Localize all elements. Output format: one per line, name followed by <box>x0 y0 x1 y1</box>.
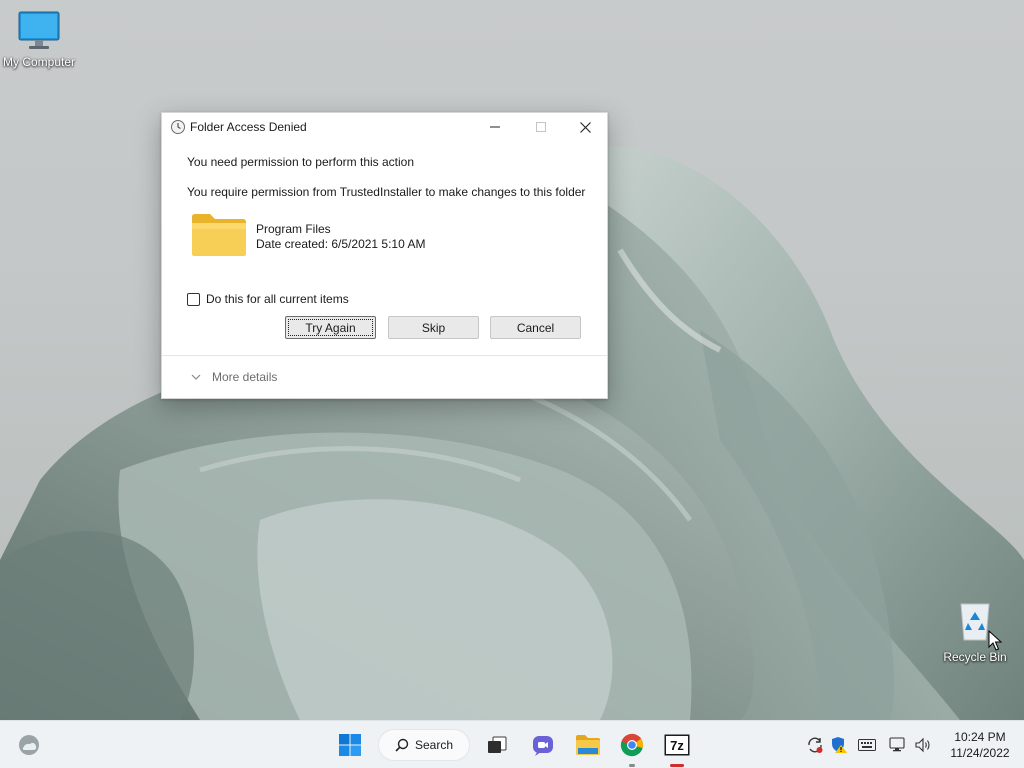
search-box[interactable]: Search <box>378 729 470 761</box>
item-date-created: Date created: 6/5/2021 5:10 AM <box>256 237 426 251</box>
folder-icon <box>192 214 246 256</box>
maximize-button[interactable] <box>518 113 564 141</box>
volume-icon <box>915 737 930 753</box>
try-again-button[interactable]: Try Again <box>285 316 376 339</box>
running-indicator <box>670 764 684 767</box>
mouse-cursor-icon <box>988 630 1002 651</box>
folder-access-denied-dialog: Folder Access Denied You need permission… <box>161 112 608 399</box>
taskbar: Search 7z 10:24 PM 11/24/2022 <box>0 720 1024 768</box>
more-details-label[interactable]: More details <box>212 370 277 384</box>
keyboard-icon <box>858 739 876 751</box>
tray-network[interactable] <box>887 721 909 768</box>
chrome-icon <box>620 733 643 757</box>
chrome-button[interactable] <box>616 721 648 768</box>
search-icon <box>395 738 409 752</box>
start-button[interactable] <box>334 721 366 768</box>
start-icon <box>339 734 361 756</box>
desktop-icon-label: My Computer <box>2 55 76 69</box>
file-explorer-icon <box>576 735 600 755</box>
cancel-button[interactable]: Cancel <box>490 316 581 339</box>
desktop-icon-my-computer[interactable]: My Computer <box>0 10 78 69</box>
chat-button[interactable] <box>528 721 558 768</box>
close-icon <box>579 121 591 133</box>
7zip-icon: 7z <box>664 734 690 756</box>
widgets-button[interactable] <box>12 721 46 768</box>
system-clock[interactable]: 10:24 PM 11/24/2022 <box>940 729 1020 761</box>
more-details-toggle[interactable]: More details <box>190 370 277 384</box>
skip-button[interactable]: Skip <box>388 316 479 339</box>
maximize-icon <box>536 122 546 132</box>
minimize-button[interactable] <box>472 113 518 141</box>
tray-security[interactable] <box>828 721 850 768</box>
svg-text:7z: 7z <box>670 738 684 753</box>
apply-all-checkbox[interactable] <box>187 292 200 306</box>
tray-sync[interactable] <box>804 721 826 768</box>
search-label: Search <box>414 738 454 752</box>
network-icon <box>889 737 905 752</box>
clock-date: 11/24/2022 <box>950 746 1010 760</box>
item-name: Program Files <box>256 222 331 236</box>
tray-volume[interactable] <box>912 721 934 768</box>
sync-icon <box>808 737 823 753</box>
apply-all-checkbox-row[interactable]: Do this for all current items <box>187 291 349 307</box>
tray-keyboard[interactable] <box>856 721 878 768</box>
running-indicator <box>629 764 635 767</box>
7zip-button[interactable]: 7z <box>660 721 694 768</box>
desktop-icon-label: Recycle Bin <box>943 650 1007 664</box>
chevron-down-icon <box>191 374 201 380</box>
monitor-icon <box>18 11 60 49</box>
close-button[interactable] <box>562 113 608 141</box>
task-view-icon <box>488 736 507 753</box>
task-view-button[interactable] <box>484 721 510 768</box>
apply-all-checkbox-label[interactable]: Do this for all current items <box>206 292 349 306</box>
dialog-title: Folder Access Denied <box>190 120 307 134</box>
divider <box>162 355 607 356</box>
weather-widget-icon <box>19 735 39 755</box>
chat-icon <box>533 736 553 756</box>
search-button[interactable]: Search <box>378 721 470 768</box>
dialog-message: You need permission to perform this acti… <box>187 155 415 169</box>
clock-icon <box>171 120 185 134</box>
file-explorer-button[interactable] <box>572 721 604 768</box>
minimize-icon <box>490 126 500 128</box>
clock-time: 10:24 PM <box>954 730 1006 744</box>
desktop-icon-recycle-bin[interactable]: Recycle Bin <box>936 600 1014 664</box>
dialog-detail: You require permission from TrustedInsta… <box>187 185 586 199</box>
security-shield-icon <box>832 737 847 753</box>
title-bar[interactable]: Folder Access Denied <box>162 113 607 143</box>
